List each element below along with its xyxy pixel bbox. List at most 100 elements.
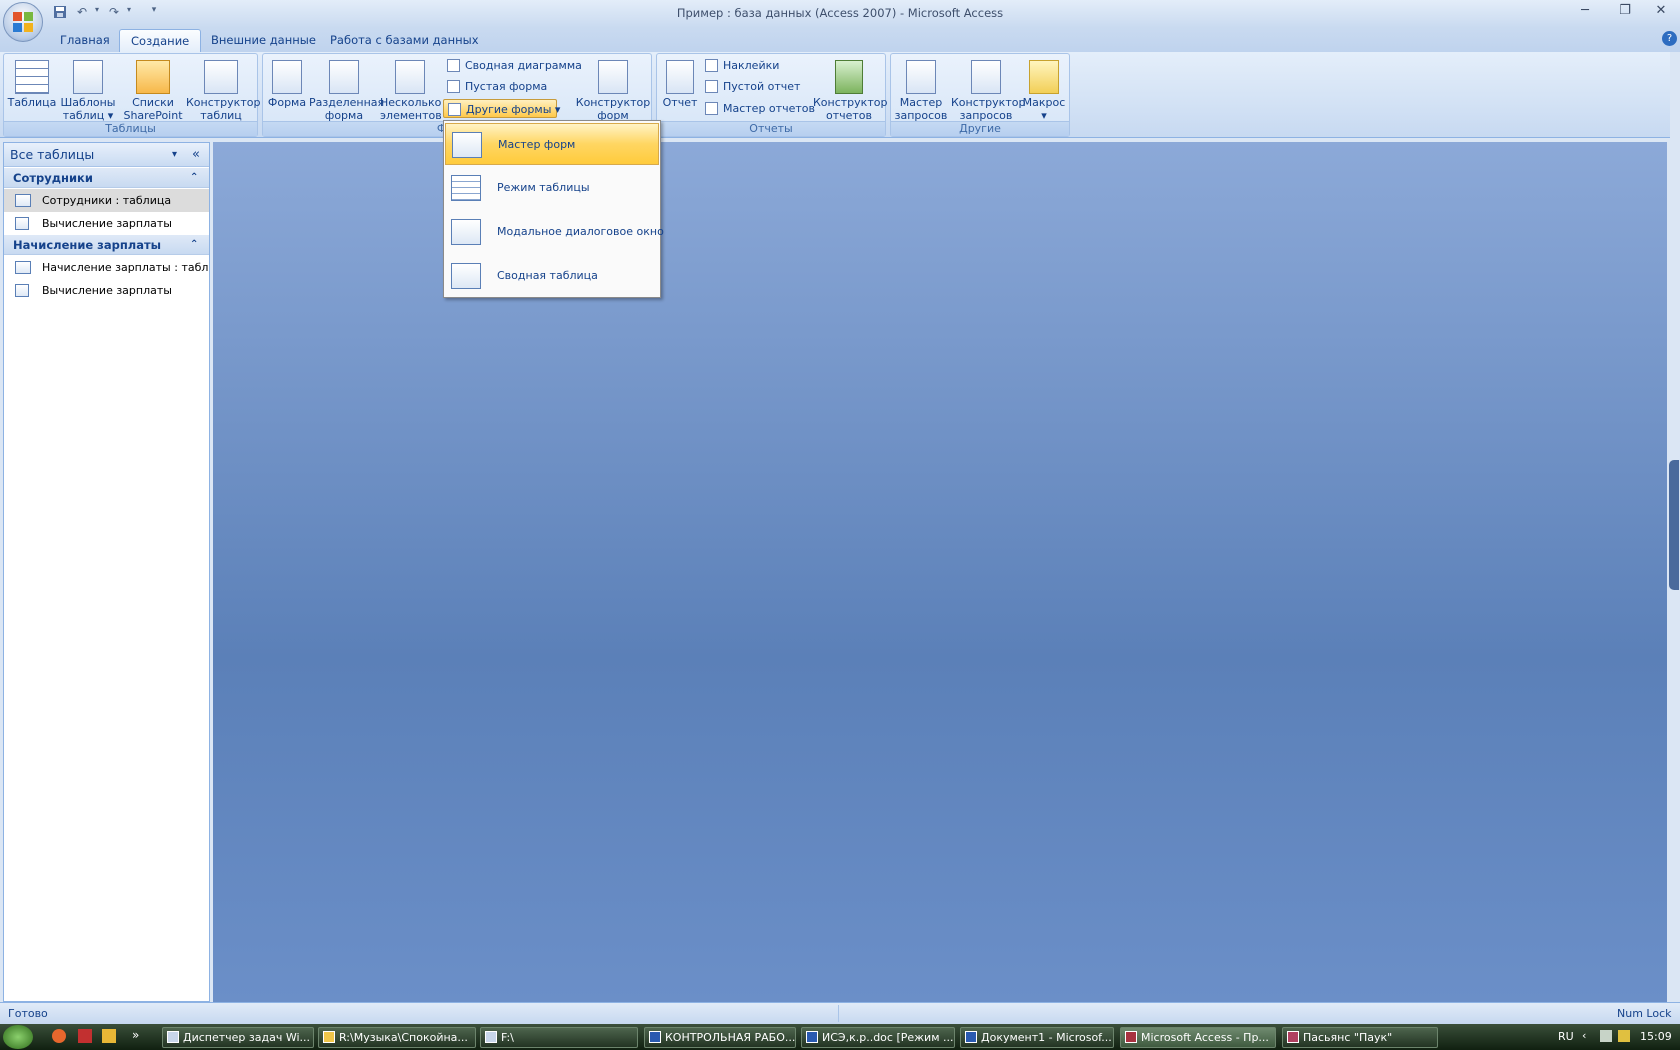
macro-label-1: Макрос bbox=[1022, 96, 1066, 109]
form-designer-label-1: Конструктор bbox=[575, 96, 651, 109]
taskbar-task[interactable]: Документ1 - Microsof... bbox=[960, 1027, 1114, 1048]
menu-item-datasheet-label: Режим таблицы bbox=[497, 181, 590, 194]
task-icon bbox=[167, 1031, 179, 1043]
labels-icon bbox=[705, 59, 718, 72]
taskbar-task[interactable]: R:\Музыка\Спокойна... bbox=[318, 1027, 476, 1048]
blank-report-button[interactable]: Пустой отчет bbox=[701, 77, 811, 96]
quicklaunch-more-icon[interactable]: » bbox=[132, 1028, 139, 1042]
report-button[interactable]: Отчет bbox=[659, 56, 701, 109]
query-designer-label-1: Конструктор bbox=[951, 96, 1026, 109]
menu-item-datasheet[interactable]: Режим таблицы bbox=[445, 167, 659, 209]
table-icon bbox=[15, 60, 49, 94]
help-icon[interactable]: ? bbox=[1662, 31, 1677, 46]
ribbon-scrollbar[interactable] bbox=[1670, 52, 1680, 140]
clock[interactable]: 15:09 bbox=[1640, 1030, 1672, 1043]
word-icon bbox=[965, 1031, 977, 1043]
tab-home[interactable]: Главная bbox=[49, 29, 121, 52]
taskbar-task[interactable]: Диспетчер задач Wi... bbox=[162, 1027, 314, 1048]
taskbar-task[interactable]: Пасьянс "Паук" bbox=[1282, 1027, 1438, 1048]
undo-icon[interactable]: ↶ bbox=[72, 5, 92, 21]
nav-item-payroll-table[interactable]: Начисление зарплаты : табл... bbox=[4, 256, 209, 279]
group-collapse-icon[interactable]: ⌃ bbox=[190, 168, 202, 188]
tab-external-data[interactable]: Внешние данные bbox=[200, 29, 327, 52]
nav-item-salary-calc-query[interactable]: Вычисление зарплаты bbox=[4, 212, 209, 235]
group-tables-label: Таблицы bbox=[4, 121, 257, 136]
close-button[interactable]: ✕ bbox=[1646, 3, 1676, 21]
report-designer-icon bbox=[835, 60, 863, 94]
report-wizard-button[interactable]: Мастер отчетов bbox=[701, 99, 815, 118]
taskbar-task-active[interactable]: Microsoft Access - Пр... bbox=[1120, 1027, 1276, 1048]
minimize-button[interactable]: ─ bbox=[1570, 3, 1600, 21]
tray-expand-icon[interactable]: ‹ bbox=[1582, 1029, 1592, 1043]
menu-item-modal-dialog[interactable]: Модальное диалоговое окно bbox=[445, 211, 664, 253]
menu-item-pivot-table[interactable]: Сводная таблица bbox=[445, 255, 659, 297]
table-button[interactable]: Таблица bbox=[7, 56, 57, 109]
table-icon bbox=[15, 194, 31, 207]
language-indicator[interactable]: RU bbox=[1558, 1030, 1574, 1043]
pivot-chart-icon bbox=[447, 59, 460, 72]
task-label: Диспетчер задач Wi... bbox=[183, 1031, 311, 1044]
modal-dialog-icon bbox=[451, 219, 481, 245]
split-form-button[interactable]: Разделенная форма bbox=[309, 56, 384, 122]
table-designer-icon bbox=[204, 60, 238, 94]
save-icon[interactable] bbox=[52, 5, 68, 21]
report-wizard-label: Мастер отчетов bbox=[723, 102, 815, 115]
nav-group-payroll[interactable]: Начисление зарплаты ⌃ bbox=[4, 235, 209, 255]
nav-item-salary-calc-query-2[interactable]: Вычисление зарплаты bbox=[4, 279, 209, 302]
tab-create[interactable]: Создание bbox=[119, 29, 202, 52]
query-designer-button[interactable]: Конструктор запросов bbox=[951, 56, 1026, 122]
quicklaunch-icon[interactable] bbox=[52, 1029, 66, 1043]
labels-button[interactable]: Наклейки bbox=[701, 56, 811, 75]
nav-pane-header[interactable]: Все таблицы ▾ « bbox=[4, 143, 209, 167]
redo-icon[interactable]: ↷ bbox=[104, 5, 124, 21]
nav-group-employees[interactable]: Сотрудники ⌃ bbox=[4, 168, 209, 188]
undo-dropdown-icon[interactable]: ▾ bbox=[92, 5, 102, 21]
form-button[interactable]: Форма bbox=[265, 56, 309, 109]
start-button[interactable] bbox=[3, 1025, 33, 1049]
taskbar-task[interactable]: КОНТРОЛЬНАЯ РАБО... bbox=[644, 1027, 796, 1048]
quicklaunch-icon[interactable] bbox=[78, 1029, 92, 1043]
task-label: Пасьянс "Паук" bbox=[1303, 1031, 1393, 1044]
pivot-chart-button[interactable]: Сводная диаграмма bbox=[443, 56, 583, 75]
macro-button[interactable]: Макрос ▾ bbox=[1021, 56, 1067, 122]
nav-item-label: Вычисление зарплаты bbox=[42, 217, 172, 230]
nav-dropdown-icon[interactable]: ▾ bbox=[172, 143, 186, 167]
task-label: Документ1 - Microsof... bbox=[981, 1031, 1112, 1044]
blank-form-button[interactable]: Пустая форма bbox=[443, 77, 583, 96]
menu-item-modal-dialog-label: Модальное диалоговое окно bbox=[497, 225, 664, 238]
task-label: R:\Музыка\Спокойна... bbox=[339, 1031, 468, 1044]
taskbar-task[interactable]: F:\ bbox=[480, 1027, 638, 1048]
nav-item-employees-table[interactable]: Сотрудники : таблица bbox=[4, 189, 209, 212]
multiple-items-icon bbox=[395, 60, 425, 94]
query-wizard-button[interactable]: Мастер запросов bbox=[893, 56, 949, 122]
tab-database-tools[interactable]: Работа с базами данных bbox=[319, 29, 490, 52]
table-icon bbox=[15, 261, 31, 274]
customize-icon[interactable]: ▾ bbox=[148, 5, 160, 21]
report-designer-button[interactable]: Конструктор отчетов bbox=[813, 56, 887, 122]
form-button-label: Форма bbox=[267, 96, 307, 109]
menu-item-form-wizard[interactable]: Мастер форм bbox=[445, 123, 659, 165]
table-templates-label-1: Шаблоны bbox=[60, 96, 116, 109]
query-icon bbox=[15, 217, 29, 230]
redo-dropdown-icon[interactable]: ▾ bbox=[124, 5, 134, 21]
task-label: Microsoft Access - Пр... bbox=[1141, 1031, 1269, 1044]
navigation-pane: Все таблицы ▾ « Сотрудники ⌃ Сотрудники … bbox=[3, 142, 210, 1002]
quicklaunch-icon[interactable] bbox=[102, 1029, 116, 1043]
nav-collapse-icon[interactable]: « bbox=[192, 143, 206, 167]
table-designer-button[interactable]: Конструктор таблиц bbox=[186, 56, 260, 122]
side-panel-toggle-icon[interactable] bbox=[1669, 460, 1679, 590]
more-forms-button[interactable]: Другие формы ▾ bbox=[443, 99, 560, 118]
status-text: Готово bbox=[8, 1007, 48, 1020]
status-bar: Готово Num Lock bbox=[0, 1002, 1680, 1024]
taskbar-task[interactable]: ИСЭ,к.р..doc [Режим ... bbox=[801, 1027, 955, 1048]
power-icon[interactable] bbox=[1618, 1030, 1630, 1042]
form-designer-button[interactable]: Конструктор форм bbox=[575, 56, 651, 122]
group-collapse-icon[interactable]: ⌃ bbox=[190, 235, 202, 255]
office-button[interactable] bbox=[3, 2, 43, 42]
multiple-items-button[interactable]: Несколько элементов bbox=[380, 56, 442, 122]
maximize-button[interactable]: ❐ bbox=[1610, 3, 1640, 21]
tray-icon[interactable] bbox=[1600, 1030, 1612, 1042]
table-templates-button[interactable]: Шаблоны таблиц ▾ bbox=[59, 56, 117, 122]
blank-form-icon bbox=[447, 80, 460, 93]
drive-icon bbox=[485, 1031, 497, 1043]
